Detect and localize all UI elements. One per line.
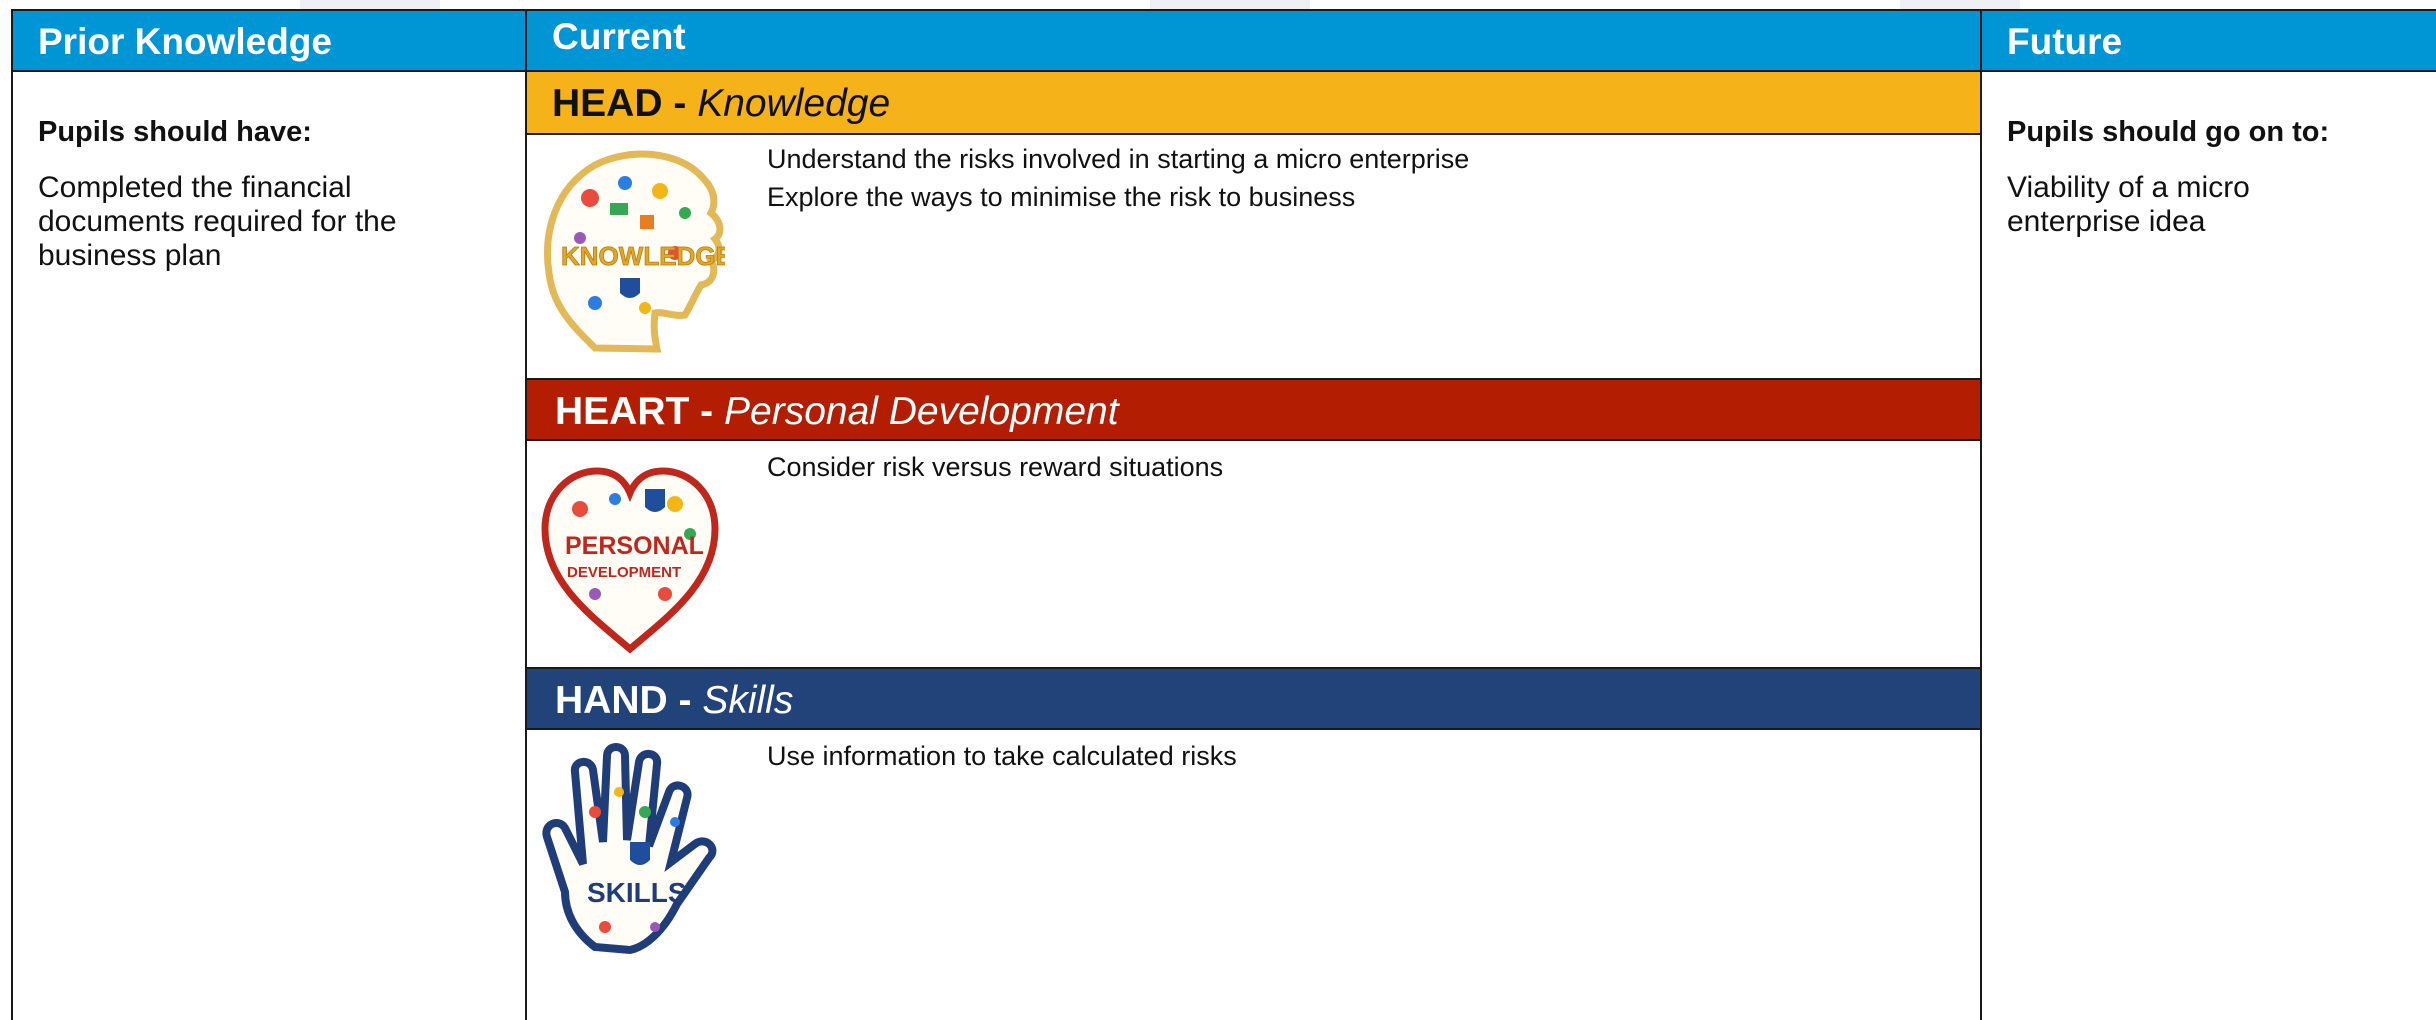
current-column: Current HEAD - Knowledge KNOWLEDGE Under… (527, 11, 1982, 1020)
prior-knowledge-text: Completed the financial documents requir… (38, 171, 397, 272)
skills-hand-icon: SKILLS (535, 742, 725, 957)
hand-band-label: HAND - (555, 679, 692, 722)
heart-band: HEART - Personal Development (527, 378, 1980, 441)
heart-band-subtitle: Personal Development (724, 390, 1119, 433)
hand-band-subtitle: Skills (702, 679, 794, 722)
head-section: KNOWLEDGE Understand the risks involved … (527, 135, 1980, 378)
heart-point: Consider risk versus reward situations (767, 452, 1224, 482)
heart-points: Consider risk versus reward situations (767, 448, 1960, 486)
head-points: Understand the risks involved in startin… (767, 140, 1960, 216)
heart-section: PERSONAL DEVELOPMENT Consider risk versu… (527, 443, 1980, 667)
hand-point: Use information to take calculated risks (767, 741, 1237, 771)
future-column: Future Pupils should go on to: Viability… (1982, 11, 2436, 1020)
curriculum-grid: Prior Knowledge Pupils should have: Comp… (11, 9, 2436, 1020)
prior-knowledge-content: Pupils should have: Completed the financ… (13, 72, 525, 273)
future-header: Future (1982, 11, 2436, 72)
development-image-text: DEVELOPMENT (567, 564, 681, 581)
head-band-subtitle: Knowledge (697, 82, 891, 125)
future-text: Viability of a micro enterprise idea (2007, 171, 2250, 238)
hand-section: SKILLS Use information to take calculate… (527, 732, 1980, 1020)
skills-image-text: SKILLS (587, 877, 687, 908)
future-heading: Pupils should go on to: (2007, 116, 2330, 148)
head-point: Explore the ways to minimise the risk to… (767, 182, 1356, 212)
current-header: Current (527, 11, 1980, 72)
prior-knowledge-heading: Pupils should have: (38, 116, 312, 148)
heart-band-label: HEART - (555, 390, 714, 433)
future-content: Pupils should go on to: Viability of a m… (1982, 72, 2436, 239)
head-band-label: HEAD - (552, 82, 687, 125)
prior-knowledge-header: Prior Knowledge (13, 11, 525, 72)
hand-band: HAND - Skills (527, 667, 1980, 730)
prior-knowledge-column: Prior Knowledge Pupils should have: Comp… (13, 11, 527, 1020)
personal-image-text: PERSONAL (565, 532, 704, 560)
personal-development-heart-icon: PERSONAL DEVELOPMENT (535, 449, 725, 664)
head-band: HEAD - Knowledge (527, 72, 1980, 135)
head-point: Understand the risks involved in startin… (767, 144, 1470, 174)
knowledge-head-icon: KNOWLEDGE (535, 143, 725, 358)
hand-points: Use information to take calculated risks (767, 737, 1960, 775)
knowledge-image-text: KNOWLEDGE (561, 241, 725, 271)
